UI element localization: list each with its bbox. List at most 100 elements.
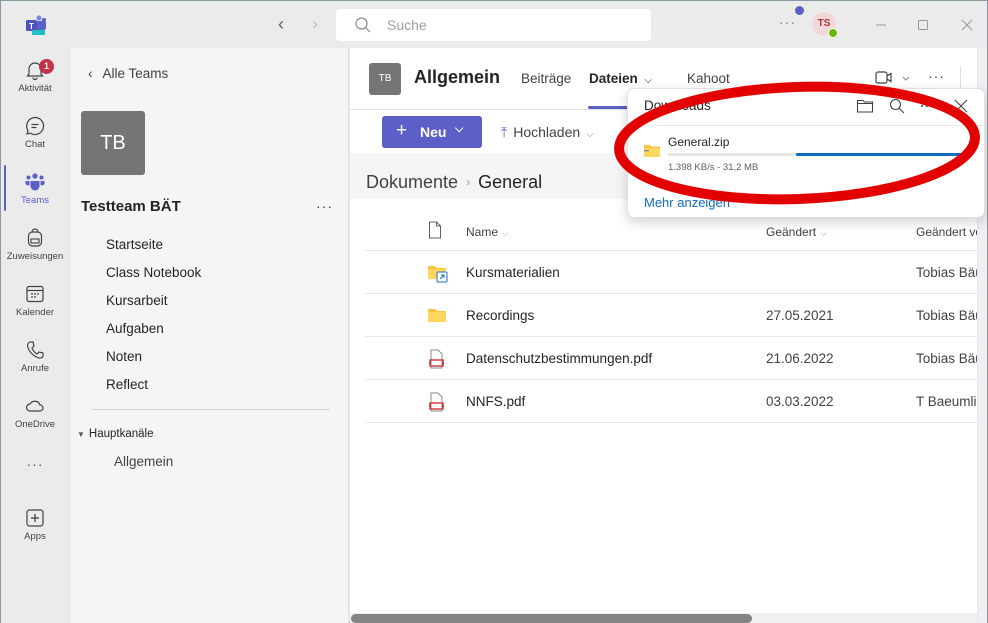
team-tab-aufgaben[interactable]: Aufgaben <box>106 321 164 336</box>
team-tab-class-notebook[interactable]: Class Notebook <box>106 265 201 280</box>
channel-avatar: TB <box>369 63 401 95</box>
back-button[interactable]: ‹ <box>271 14 291 34</box>
more-icon[interactable] <box>918 97 936 115</box>
phone-icon <box>26 341 44 359</box>
breadcrumb-root[interactable]: Dokumente <box>366 172 458 192</box>
new-button-label: Neu <box>420 124 447 140</box>
download-file-name[interactable]: General.zip <box>668 135 729 149</box>
rail-item-calendar[interactable]: Kalender <box>1 277 69 329</box>
file-name: Datenschutzbestimmungen.pdf <box>466 351 653 366</box>
more-apps-icon: ··· <box>26 456 44 472</box>
new-button[interactable]: + Neu ⌵ <box>382 116 482 148</box>
breadcrumb-separator: › <box>466 175 471 189</box>
title-bar: T ‹ › Suche ··· TS <box>1 1 987 48</box>
section-label: Hauptkanäle <box>88 428 154 440</box>
upload-button[interactable]: ⤒ Hochladen ⌵ <box>501 124 594 141</box>
show-more-link[interactable]: Mehr anzeigen <box>644 195 730 210</box>
calendar-icon <box>26 285 44 303</box>
all-teams-link[interactable]: ‹ Alle Teams <box>88 66 168 81</box>
rail-item-chat[interactable]: Chat <box>1 109 69 161</box>
teams-icon <box>25 173 45 191</box>
tab-dateien-label: Dateien <box>589 71 638 86</box>
rail-item-calls[interactable]: Anrufe <box>1 333 69 385</box>
search-input[interactable]: Suche <box>336 9 651 41</box>
video-camera-icon <box>875 71 910 84</box>
team-avatar: TB <box>81 111 145 175</box>
team-tab-noten[interactable]: Noten <box>106 349 142 364</box>
download-progress-track <box>668 153 972 156</box>
chevron-down-icon: ⌵ <box>586 129 594 140</box>
chevron-down-icon: ⌵ <box>455 123 464 135</box>
column-modified-label: Geändert <box>766 225 817 239</box>
add-apps-icon <box>26 509 44 527</box>
team-tab-kursarbeit[interactable]: Kursarbeit <box>106 293 168 308</box>
search-icon <box>355 17 371 33</box>
breadcrumb: Dokumente › General <box>366 172 542 193</box>
rail-label: OneDrive <box>14 419 56 430</box>
file-modified: 03.03.2022 <box>766 394 834 409</box>
minimize-button[interactable] <box>869 13 893 37</box>
table-row[interactable]: Datenschutzbestimmungen.pdf 21.06.2022 T… <box>365 337 987 380</box>
tab-dateien[interactable]: Dateien ⌵ <box>589 71 652 86</box>
file-name: NNFS.pdf <box>466 394 526 409</box>
rail-item-more[interactable]: ··· <box>1 448 69 500</box>
maximize-button[interactable] <box>911 13 935 37</box>
horizontal-scrollbar-thumb[interactable] <box>351 614 752 623</box>
file-name: Kursmaterialien <box>466 265 560 280</box>
chevron-down-icon: ⌵ <box>644 75 653 86</box>
teams-logo-icon: T <box>25 15 47 35</box>
chevron-left-icon: ‹ <box>88 66 93 81</box>
presence-available-icon <box>828 28 838 38</box>
channels-section-toggle[interactable]: ▼ Hauptkanäle <box>77 428 154 440</box>
rail-item-teams[interactable]: Teams <box>1 165 69 217</box>
tab-kahoot[interactable]: Kahoot <box>687 71 730 86</box>
more-options-button[interactable]: ··· <box>779 14 796 30</box>
rail-label: Zuweisungen <box>6 251 64 262</box>
rail-label: Kalender <box>15 307 55 318</box>
plus-icon: + <box>396 120 408 141</box>
column-header-modified[interactable]: Geändert ⌵ <box>766 225 827 239</box>
table-row[interactable]: Kursmaterialien Tobias Bäumlin <box>365 251 987 294</box>
rail-item-assignments[interactable]: Zuweisungen <box>1 221 69 273</box>
column-name-label: Name <box>466 225 499 239</box>
team-name: Testteam BÄT <box>81 198 181 215</box>
upload-label: Hochladen <box>513 124 581 140</box>
table-row[interactable]: NNFS.pdf 03.03.2022 T Baeumlin <box>365 380 987 423</box>
all-teams-label: Alle Teams <box>102 66 169 81</box>
pdf-file-icon <box>429 392 444 412</box>
download-status: 1.398 KB/s - 31,2 MB <box>668 162 759 173</box>
open-folder-icon[interactable] <box>856 97 874 115</box>
table-row[interactable]: Recordings 27.05.2021 Tobias Bäumlin <box>365 294 987 337</box>
forward-button[interactable]: › <box>305 14 325 34</box>
rail-label: Anrufe <box>21 363 49 374</box>
backpack-icon <box>27 228 43 247</box>
file-name: Recordings <box>466 308 535 323</box>
notification-dot <box>795 6 804 15</box>
team-tab-reflect[interactable]: Reflect <box>106 377 148 392</box>
teams-window: T ‹ › Suche ··· TS 1 Aktivität Chat Team… <box>0 0 988 623</box>
close-window-button[interactable] <box>955 13 979 37</box>
rail-item-onedrive[interactable]: OneDrive <box>1 389 69 441</box>
rail-label: Apps <box>24 531 46 542</box>
rail-item-activity[interactable]: 1 Aktivität <box>1 53 69 105</box>
rail-item-apps[interactable]: Apps <box>1 501 69 553</box>
svg-text:T: T <box>29 22 34 31</box>
upload-icon: ⤒ <box>501 124 508 140</box>
file-modified: 21.06.2022 <box>766 351 834 366</box>
channel-more-button[interactable]: ··· <box>928 68 945 84</box>
rail-label: Chat <box>24 139 46 150</box>
column-header-name[interactable]: Name ⌵ <box>466 225 509 239</box>
downloads-title: Downloads <box>644 98 711 113</box>
download-progress-fill <box>795 153 972 156</box>
close-icon[interactable] <box>952 97 970 115</box>
search-downloads-icon[interactable] <box>888 97 906 115</box>
activity-badge: 1 <box>39 59 54 74</box>
team-more-button[interactable]: ··· <box>316 198 333 214</box>
folder-icon <box>428 309 446 322</box>
team-tab-startseite[interactable]: Startseite <box>106 237 163 252</box>
cloud-icon <box>25 400 44 412</box>
tab-beitraege[interactable]: Beiträge <box>521 71 571 86</box>
rail-label: Teams <box>21 195 49 206</box>
channel-allgemein[interactable]: Allgemein <box>114 454 173 469</box>
divider <box>92 409 330 410</box>
